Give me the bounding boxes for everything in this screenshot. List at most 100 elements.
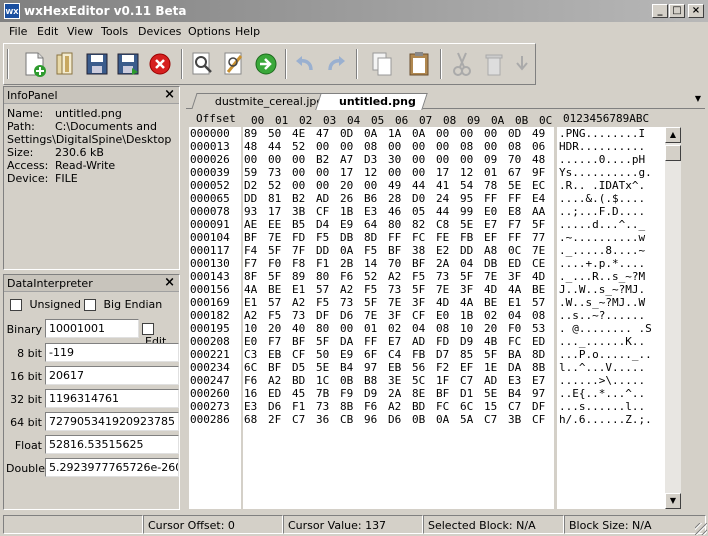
hex-byte[interactable]: 04	[460, 257, 480, 270]
save-icon[interactable]	[83, 50, 111, 78]
hex-byte[interactable]: 5E	[460, 218, 480, 231]
hex-byte[interactable]: 73	[340, 296, 360, 309]
hex-byte[interactable]: A2	[244, 309, 264, 322]
hex-byte[interactable]: FC	[508, 335, 528, 348]
hex-byte[interactable]: F5	[268, 309, 288, 322]
hex-byte[interactable]: 8D	[532, 348, 552, 361]
hex-byte[interactable]: 0B	[340, 374, 360, 387]
paste-icon[interactable]	[405, 50, 433, 78]
hex-byte[interactable]: DF	[316, 309, 336, 322]
hex-byte[interactable]: E1	[508, 296, 528, 309]
hex-byte[interactable]: D1	[460, 387, 480, 400]
tab-menu-icon[interactable]: ▼	[695, 94, 701, 103]
hex-byte[interactable]: 30	[388, 153, 408, 166]
scroll-down-icon[interactable]: ▼	[665, 493, 681, 509]
hex-byte[interactable]: 00	[292, 179, 312, 192]
hex-byte[interactable]: 05	[412, 205, 432, 218]
hex-byte[interactable]: B6	[364, 192, 384, 205]
hex-byte[interactable]: CB	[340, 413, 360, 426]
hex-byte[interactable]: EB	[388, 361, 408, 374]
hex-byte[interactable]: 10	[460, 322, 480, 335]
hex-byte[interactable]: D4	[316, 218, 336, 231]
text-row[interactable]: .....d...^.._	[559, 218, 665, 231]
hex-byte[interactable]: 12	[364, 166, 384, 179]
hex-byte[interactable]: 89	[244, 127, 264, 140]
hex-byte[interactable]: 64	[364, 218, 384, 231]
hex-byte[interactable]: FD	[436, 335, 456, 348]
64bit-field[interactable]: 727905341920923785	[45, 412, 179, 431]
hex-byte[interactable]: 49	[532, 127, 552, 140]
hex-byte[interactable]: 4D	[436, 296, 456, 309]
hex-byte[interactable]: 17	[340, 166, 360, 179]
hex-byte[interactable]: 57	[316, 283, 336, 296]
hex-byte[interactable]: 7F	[292, 244, 312, 257]
hex-byte[interactable]: 00	[388, 140, 408, 153]
hex-byte[interactable]: 00	[244, 153, 264, 166]
hex-byte[interactable]: A2	[292, 296, 312, 309]
hex-byte[interactable]: FC	[412, 231, 432, 244]
float-field[interactable]: 52816.53515625	[45, 435, 179, 454]
hex-byte[interactable]: 26	[340, 192, 360, 205]
minimize-button[interactable]: _	[652, 4, 668, 18]
big-endian-checkbox[interactable]: Big Endian	[84, 298, 162, 311]
hex-byte[interactable]: 1C	[316, 374, 336, 387]
hex-byte[interactable]: D6	[340, 309, 360, 322]
hex-byte[interactable]: BE	[268, 283, 288, 296]
menu-tools[interactable]: Tools	[101, 25, 128, 38]
hex-byte[interactable]: 85	[460, 348, 480, 361]
hex-byte[interactable]: 0D	[340, 127, 360, 140]
hex-byte[interactable]: 5A	[460, 413, 480, 426]
hex-byte[interactable]: 0A	[412, 127, 432, 140]
hex-byte[interactable]: 54	[460, 179, 480, 192]
hex-byte[interactable]: 01	[364, 322, 384, 335]
hex-byte[interactable]: 28	[388, 192, 408, 205]
tab-dustmite-cereal[interactable]: dustmite_cereal.jpg	[191, 93, 336, 109]
text-row[interactable]: l..^...V.....	[559, 361, 665, 374]
hex-byte[interactable]: 5F	[532, 218, 552, 231]
hex-byte[interactable]: F5	[412, 270, 432, 283]
hex-byte[interactable]: 0A	[364, 127, 384, 140]
hex-byte[interactable]: E4	[532, 192, 552, 205]
hex-byte[interactable]: 10	[244, 322, 264, 335]
close-icon[interactable]: ×	[164, 87, 175, 102]
hex-byte[interactable]: BF	[268, 361, 288, 374]
hex-byte[interactable]: 06	[532, 140, 552, 153]
hex-byte[interactable]: 00	[436, 127, 456, 140]
hex-byte[interactable]: F6	[340, 270, 360, 283]
hex-byte[interactable]: F5	[364, 283, 384, 296]
hex-byte[interactable]: 80	[388, 218, 408, 231]
hex-byte[interactable]: 0A	[436, 413, 456, 426]
hex-byte[interactable]: 00	[436, 140, 456, 153]
hex-byte[interactable]: 3F	[388, 309, 408, 322]
hex-byte[interactable]: F1	[292, 400, 312, 413]
menu-edit[interactable]: Edit	[37, 25, 58, 38]
resize-grip-icon[interactable]	[695, 523, 707, 535]
hex-byte[interactable]: 7E	[532, 244, 552, 257]
hex-byte[interactable]: 57	[268, 296, 288, 309]
hex-byte[interactable]: BF	[244, 231, 264, 244]
hex-byte[interactable]: EF	[460, 361, 480, 374]
hex-byte[interactable]: 97	[532, 387, 552, 400]
hex-byte[interactable]: 00	[412, 153, 432, 166]
text-row[interactable]: ..;...F.D....	[559, 205, 665, 218]
hex-byte[interactable]: 3F	[508, 270, 528, 283]
hex-byte[interactable]: F5	[316, 296, 336, 309]
hex-byte[interactable]: 24	[436, 192, 456, 205]
hex-byte[interactable]: BD	[292, 374, 312, 387]
text-row[interactable]: ...s......l..	[559, 400, 665, 413]
hex-byte[interactable]: A7	[340, 153, 360, 166]
hex-byte[interactable]: 0C	[508, 244, 528, 257]
text-row[interactable]: h/.6......Z.;.	[559, 413, 665, 426]
hex-byte[interactable]: 57	[532, 296, 552, 309]
hex-byte[interactable]: F2	[436, 361, 456, 374]
hex-byte[interactable]: C7	[292, 413, 312, 426]
save-as-icon[interactable]	[114, 50, 142, 78]
hex-byte[interactable]: 20	[268, 322, 288, 335]
hex-byte[interactable]: FB	[412, 348, 432, 361]
hex-byte[interactable]: 4D	[484, 283, 504, 296]
checkbox-box[interactable]	[142, 323, 154, 335]
hex-byte[interactable]: B4	[508, 387, 528, 400]
hex-byte[interactable]: E3	[364, 205, 384, 218]
hex-byte[interactable]: 8B	[532, 361, 552, 374]
hex-byte[interactable]: 48	[532, 153, 552, 166]
